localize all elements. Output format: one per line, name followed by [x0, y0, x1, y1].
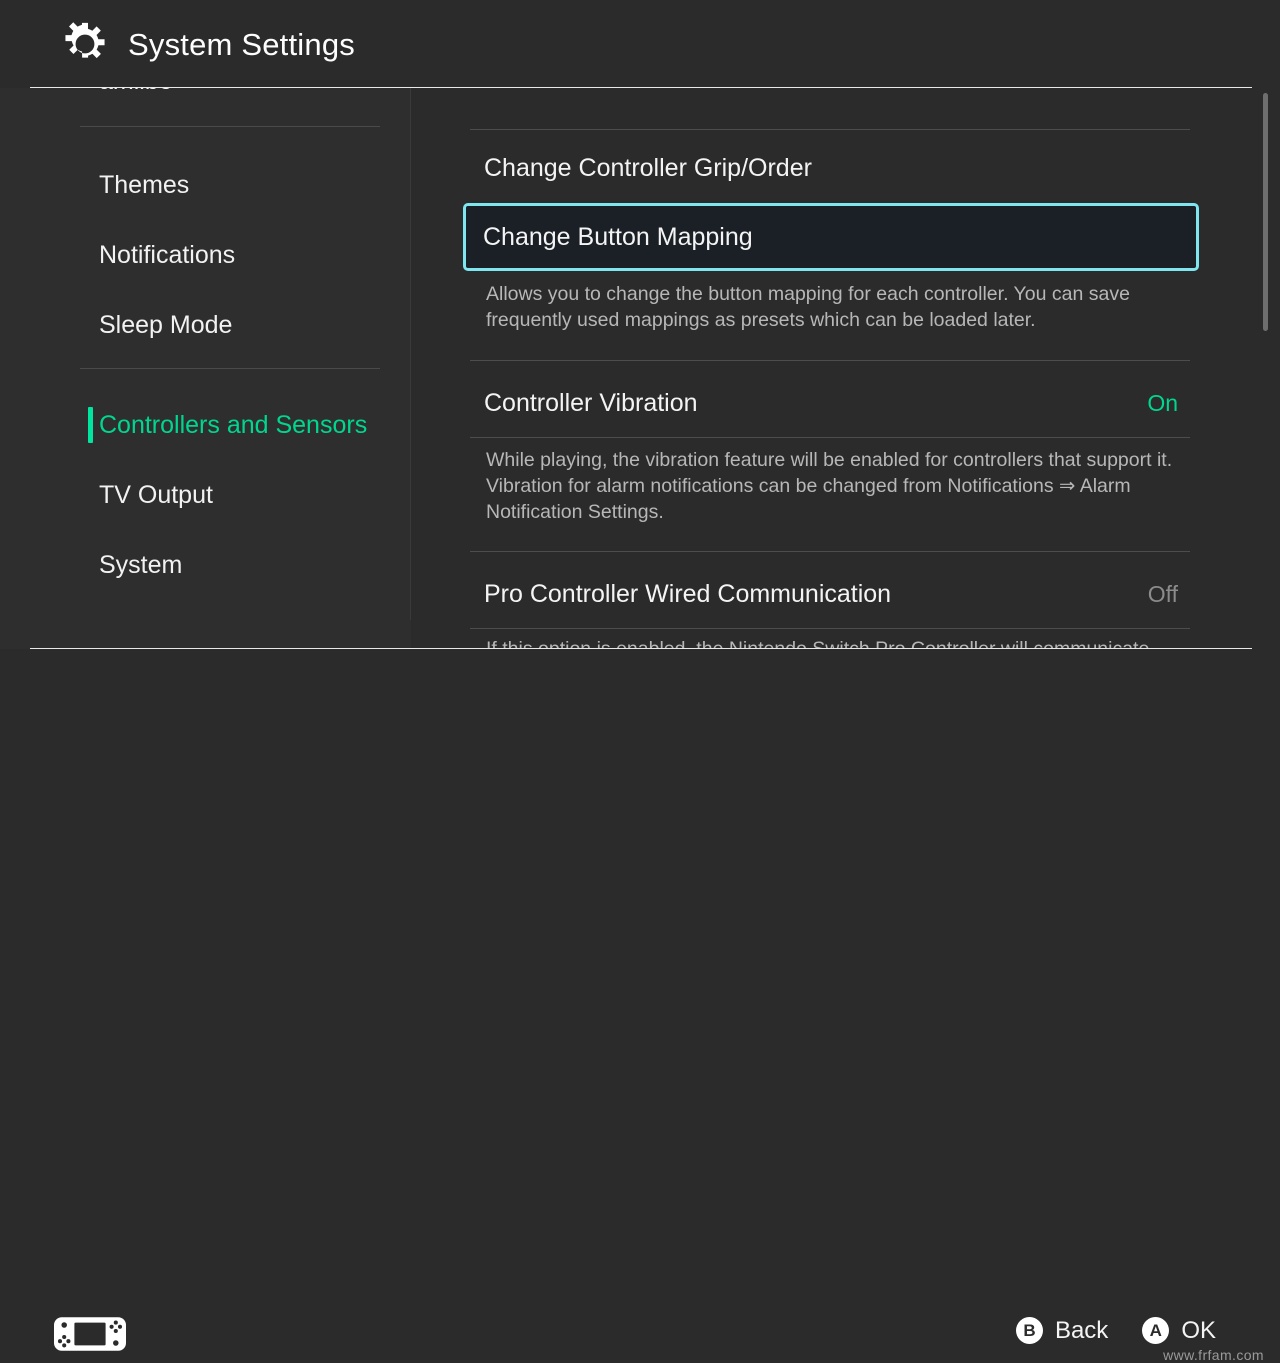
hint-ok[interactable]: A OK: [1142, 1317, 1216, 1344]
hint-label: OK: [1181, 1316, 1216, 1344]
setting-description-controller-vibration: While playing, the vibration feature wil…: [486, 449, 1173, 523]
gear-icon: [65, 22, 105, 59]
row-separator: [470, 628, 1190, 629]
sidebar-item-label: System: [99, 550, 183, 579]
row-separator: [470, 437, 1190, 438]
setting-title: Change Button Mapping: [483, 222, 753, 251]
setting-description-change-button-mapping: Allows you to change the button mapping …: [486, 283, 1130, 331]
header-separator: [30, 87, 1252, 88]
sidebar-item-label: Sleep Mode: [99, 310, 233, 339]
sidebar-item-label: Controllers and Sensors: [99, 410, 368, 439]
setting-row-pro-controller-wired-communication[interactable]: Pro Controller Wired Communication Off: [464, 562, 1196, 626]
hint-back[interactable]: B Back: [1015, 1316, 1109, 1344]
sidebar-item-label: Themes: [99, 170, 190, 199]
setting-title: Change Controller Grip/Order: [484, 153, 812, 182]
setting-row-change-controller-grip-order[interactable]: Change Controller Grip/Order: [464, 136, 1196, 200]
settings-sidebar: amiibo Themes Notifications Sleep Mode C…: [0, 0, 411, 720]
row-separator: [470, 551, 1190, 552]
sidebar-item-themes[interactable]: Themes: [0, 150, 411, 220]
page-title: System Settings: [128, 26, 355, 62]
row-separator: [470, 360, 1190, 361]
setting-title: Pro Controller Wired Communication: [484, 579, 892, 608]
content-scrollbar-thumb[interactable]: [1263, 93, 1268, 331]
app-stage: amiibo Themes Notifications Sleep Mode C…: [0, 0, 1280, 720]
sidebar-item-system[interactable]: System: [0, 530, 411, 600]
setting-title: Controller Vibration: [484, 388, 698, 417]
hint-label: Back: [1054, 1316, 1109, 1344]
sidebar-item-controllers-and-sensors[interactable]: Controllers and Sensors: [0, 390, 411, 460]
settings-content-panel: Change Controller Grip/Order Change Butt…: [411, 0, 1280, 720]
site-watermark: www.frfam.com: [1163, 1347, 1264, 1363]
sidebar-item-sleep-mode[interactable]: Sleep Mode: [0, 290, 411, 360]
page-header: System Settings: [0, 0, 1280, 88]
sidebar-active-indicator: [88, 407, 93, 443]
row-separator: [470, 129, 1190, 130]
page-footer: B Back A OK www.frfam.com: [0, 649, 1280, 1363]
sidebar-divider-top: [80, 126, 380, 127]
sidebar-item-notifications[interactable]: Notifications: [0, 220, 411, 290]
setting-row-change-button-mapping[interactable]: Change Button Mapping: [463, 203, 1199, 271]
setting-value: On: [1147, 389, 1178, 416]
sidebar-item-label: TV Output: [99, 480, 213, 509]
setting-row-controller-vibration[interactable]: Controller Vibration On: [464, 371, 1196, 435]
sidebar-item-tv-output[interactable]: TV Output: [0, 460, 411, 530]
switch-console-icon: [54, 1317, 126, 1351]
sidebar-divider-bottom: [80, 368, 380, 369]
button-hints: B Back A OK: [1015, 1316, 1216, 1344]
sidebar-item-label: Notifications: [99, 240, 236, 269]
setting-value: Off: [1147, 580, 1178, 607]
footer-separator: [30, 648, 1252, 649]
b-button-icon: B: [1015, 1317, 1043, 1344]
a-button-icon: A: [1142, 1317, 1170, 1344]
